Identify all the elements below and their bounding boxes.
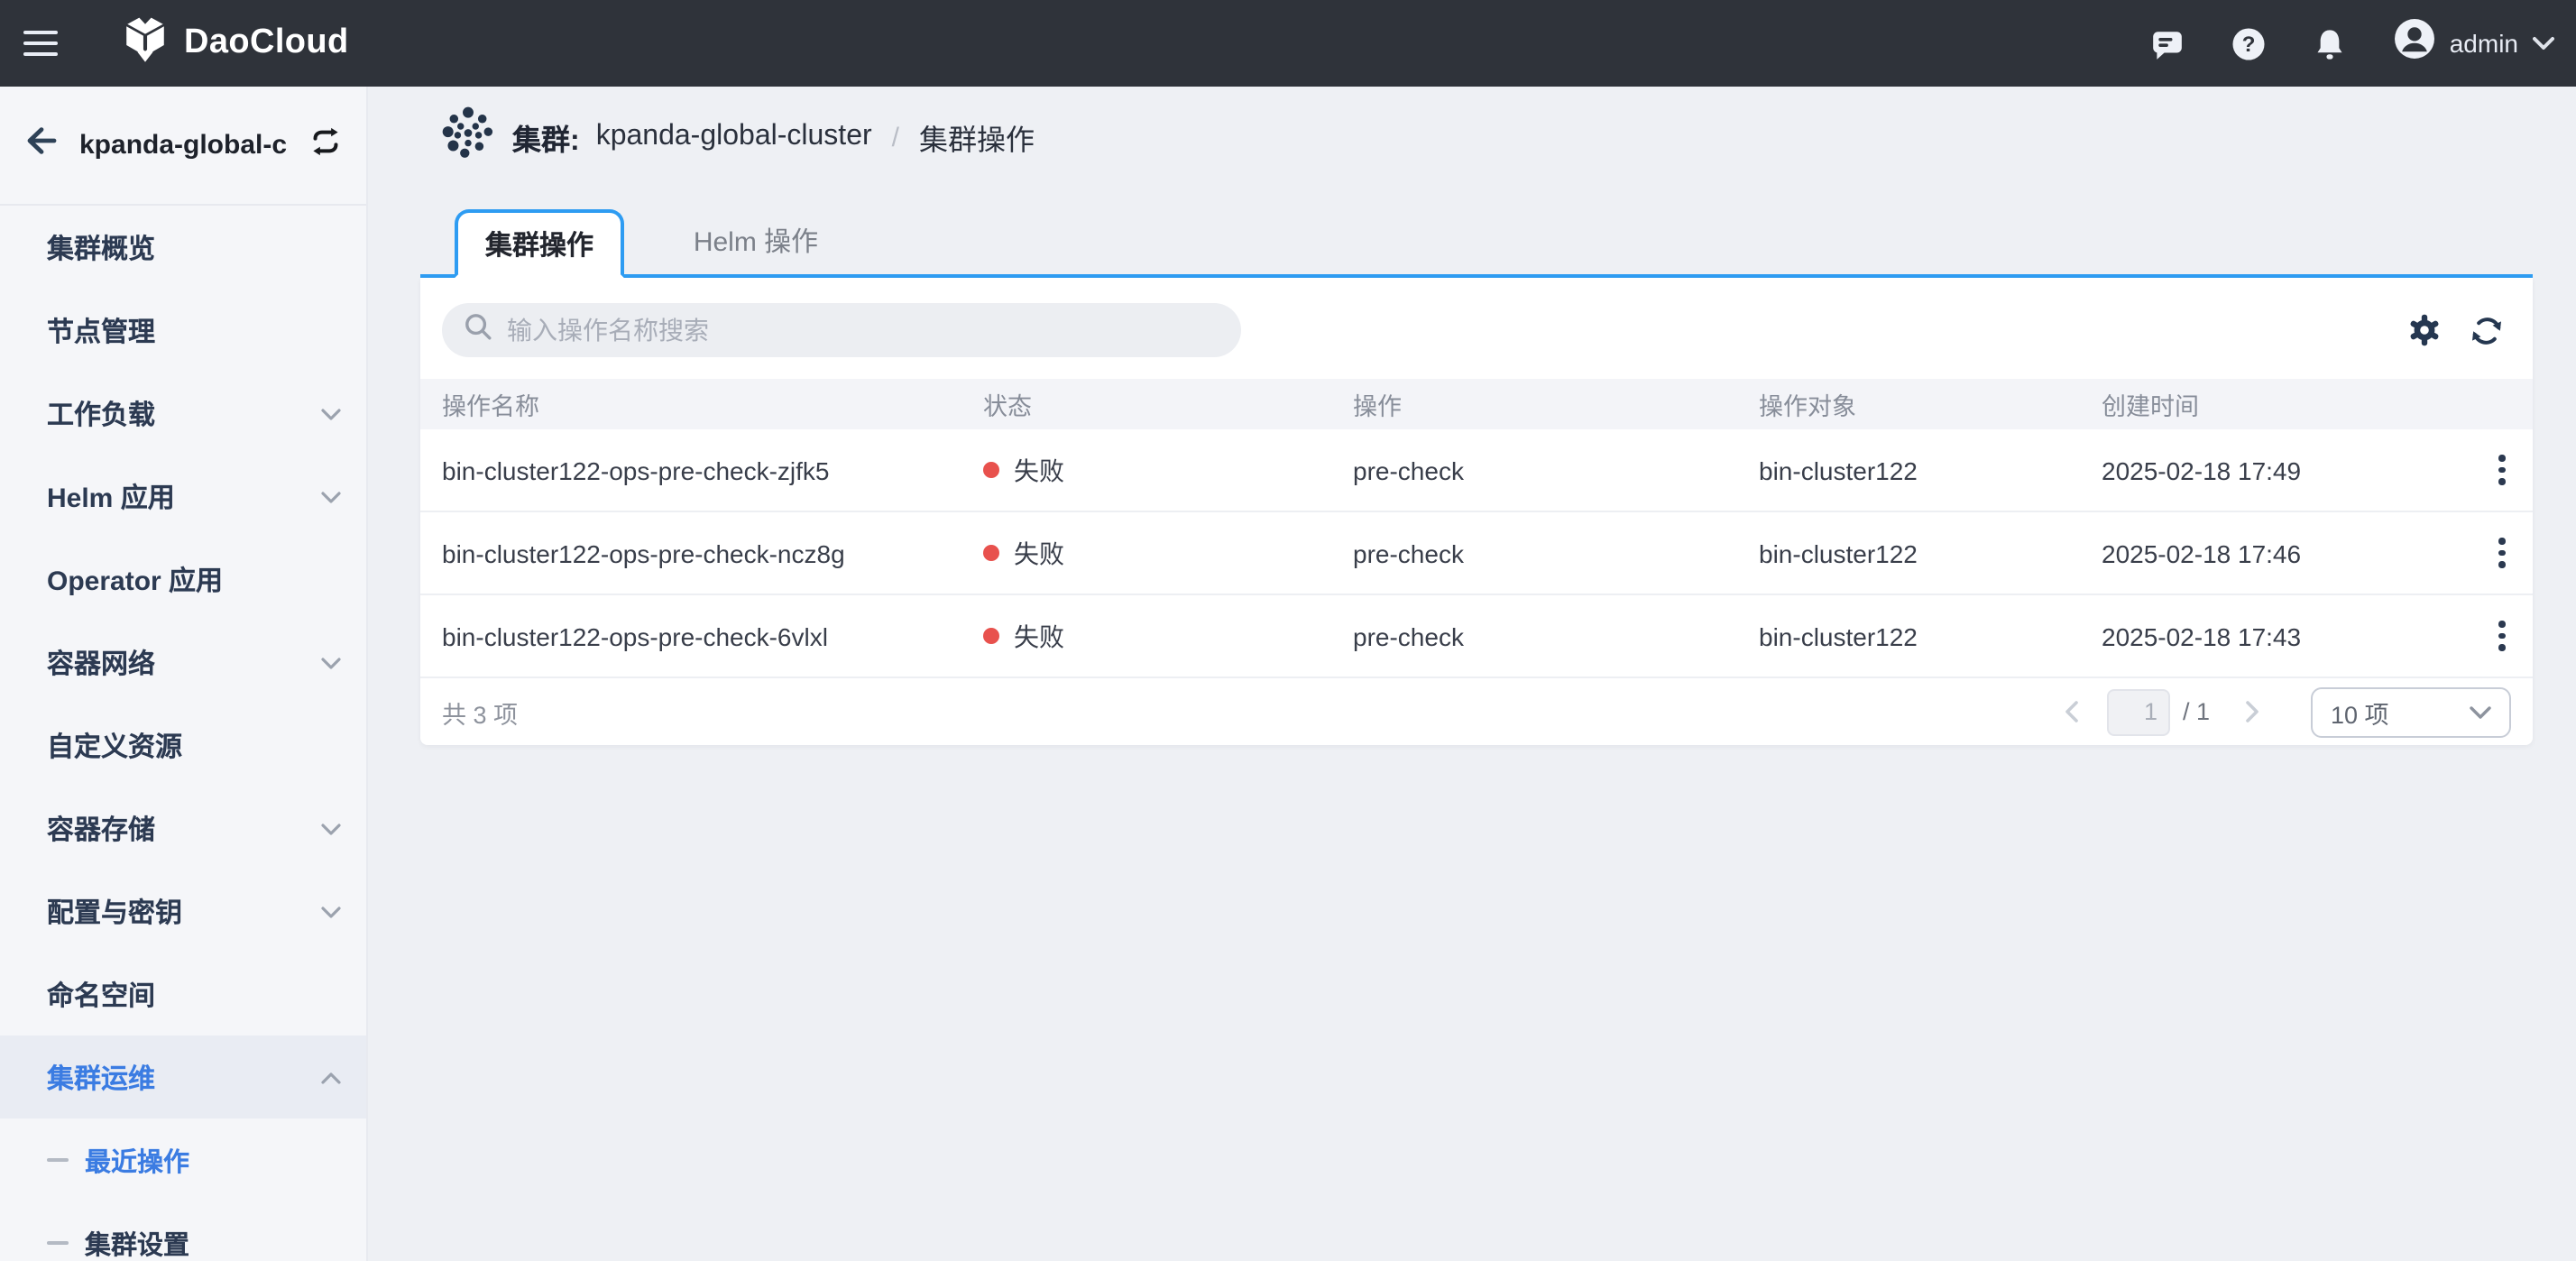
action-text: pre-check — [1331, 621, 1737, 650]
chevron-down-icon — [2470, 695, 2491, 728]
back-arrow-icon[interactable] — [25, 126, 58, 164]
sidebar-item-container-network[interactable]: 容器网络 — [0, 621, 366, 704]
row-actions-kebab-icon[interactable] — [2480, 530, 2524, 575]
chevron-down-icon — [321, 481, 341, 511]
sidebar-item-container-storage[interactable]: 容器存储 — [0, 787, 366, 870]
refresh-icon[interactable] — [2470, 313, 2504, 347]
breadcrumb: 集群: kpanda-global-cluster / 集群操作 — [440, 108, 2533, 166]
chevron-down-icon — [321, 647, 341, 677]
sidebar-subitem-recent-operations[interactable]: 最近操作 — [0, 1118, 366, 1201]
daocloud-cube-icon — [123, 14, 168, 72]
sidebar: kpanda-global-cl... 集群概览 节点管理 工作负载 Helm … — [0, 87, 368, 1261]
status-fail-dot — [983, 628, 999, 644]
prev-page-icon[interactable] — [2056, 700, 2089, 723]
username: admin — [2450, 29, 2518, 58]
sidebar-item-node-management[interactable]: 节点管理 — [0, 289, 366, 372]
tree-dash-icon — [47, 1158, 69, 1163]
main-area: 集群: kpanda-global-cluster / 集群操作 集群操作 He… — [368, 87, 2576, 1261]
target-text: bin-cluster122 — [1737, 621, 2080, 650]
sidebar-item-config-secrets[interactable]: 配置与密钥 — [0, 870, 366, 953]
created-text: 2025-02-18 17:46 — [2080, 538, 2459, 567]
table-row: bin-cluster122-ops-pre-check-6vlxl 失败 pr… — [420, 595, 2533, 678]
target-text: bin-cluster122 — [1737, 538, 2080, 567]
settings-gear-icon[interactable] — [2408, 314, 2441, 346]
action-text: pre-check — [1331, 456, 1737, 484]
page-size-value: 10 项 — [2331, 694, 2470, 730]
chevron-down-icon — [321, 398, 341, 428]
sidebar-header: kpanda-global-cl... — [0, 87, 366, 206]
help-icon[interactable]: ? — [2231, 26, 2266, 60]
chevron-down-icon — [2533, 27, 2554, 60]
breadcrumb-separator: / — [888, 122, 903, 152]
status-text: 失败 — [1014, 535, 1064, 571]
created-text: 2025-02-18 17:43 — [2080, 621, 2459, 650]
user-menu[interactable]: admin — [2394, 18, 2554, 69]
sidebar-item-custom-resources[interactable]: 自定义资源 — [0, 704, 366, 787]
page-size-select[interactable]: 10 项 — [2311, 686, 2511, 737]
table-row: bin-cluster122-ops-pre-check-zjfk5 失败 pr… — [420, 429, 2533, 512]
col-operation-name: 操作名称 — [420, 386, 961, 422]
chevron-down-icon — [321, 813, 341, 843]
operation-name: bin-cluster122-ops-pre-check-ncz8g — [420, 538, 961, 567]
col-status: 状态 — [961, 386, 1331, 422]
status-text: 失败 — [1014, 618, 1064, 654]
tab-cluster-operations[interactable]: 集群操作 — [455, 209, 624, 278]
avatar-icon — [2394, 18, 2435, 69]
status-fail-dot — [983, 545, 999, 561]
page-count: / 1 — [2183, 698, 2210, 725]
operation-name: bin-cluster122-ops-pre-check-zjfk5 — [420, 456, 961, 484]
row-actions-kebab-icon[interactable] — [2480, 447, 2524, 492]
toolbar — [420, 278, 2533, 379]
table-header: 操作名称 状态 操作 操作对象 创建时间 — [420, 379, 2533, 429]
created-text: 2025-02-18 17:49 — [2080, 456, 2459, 484]
breadcrumb-prefix: 集群: — [512, 115, 580, 159]
sidebar-subitem-cluster-settings[interactable]: 集群设置 — [0, 1201, 366, 1261]
message-icon[interactable] — [2150, 26, 2185, 60]
target-text: bin-cluster122 — [1737, 456, 2080, 484]
status-fail-dot — [983, 462, 999, 478]
page-number-input[interactable] — [2107, 688, 2170, 735]
search-input[interactable] — [507, 316, 1219, 345]
cluster-name: kpanda-global-cl... — [79, 130, 289, 161]
chevron-down-icon — [321, 896, 341, 926]
bell-icon[interactable] — [2313, 26, 2347, 60]
search-icon — [464, 311, 492, 349]
table-row: bin-cluster122-ops-pre-check-ncz8g 失败 pr… — [420, 512, 2533, 595]
table-footer: 共 3 项 / 1 10 项 — [420, 678, 2533, 745]
svg-text:?: ? — [2241, 32, 2255, 56]
tab-helm-operations[interactable]: Helm 操作 — [624, 206, 888, 274]
sidebar-item-workloads[interactable]: 工作负载 — [0, 372, 366, 455]
breadcrumb-cluster[interactable]: kpanda-global-cluster — [596, 121, 872, 153]
sidebar-item-namespaces[interactable]: 命名空间 — [0, 953, 366, 1035]
status-text: 失败 — [1014, 452, 1064, 488]
cluster-dots-icon — [440, 105, 496, 170]
menu-icon[interactable] — [23, 31, 58, 56]
operation-name: bin-cluster122-ops-pre-check-6vlxl — [420, 621, 961, 650]
pagination: / 1 10 项 — [2056, 686, 2511, 737]
col-created: 创建时间 — [2080, 386, 2459, 422]
row-actions-kebab-icon[interactable] — [2480, 613, 2524, 658]
total-count: 共 3 项 — [442, 694, 518, 730]
col-action: 操作 — [1331, 386, 1737, 422]
tab-bar: 集群操作 Helm 操作 — [420, 209, 2533, 278]
page: DaoCloud ? — [0, 0, 2576, 1261]
col-target: 操作对象 — [1737, 386, 2080, 422]
action-text: pre-check — [1331, 538, 1737, 567]
brand-logo: DaoCloud — [123, 14, 349, 72]
sidebar-item-cluster-ops[interactable]: 集群运维 — [0, 1035, 366, 1118]
sidebar-item-operator-apps[interactable]: Operator 应用 — [0, 538, 366, 621]
brand-name: DaoCloud — [184, 23, 349, 63]
switch-cluster-icon[interactable] — [310, 125, 341, 165]
topbar: DaoCloud ? — [0, 0, 2576, 87]
sidebar-item-cluster-overview[interactable]: 集群概览 — [0, 206, 366, 289]
breadcrumb-current: 集群操作 — [919, 115, 1035, 159]
search-box[interactable] — [442, 303, 1241, 357]
next-page-icon[interactable] — [2235, 700, 2268, 723]
sidebar-item-helm-apps[interactable]: Helm 应用 — [0, 455, 366, 538]
operations-panel: 操作名称 状态 操作 操作对象 创建时间 bin-cluster122-ops-… — [420, 278, 2533, 745]
tree-dash-icon — [47, 1241, 69, 1246]
chevron-up-icon — [321, 1062, 341, 1092]
